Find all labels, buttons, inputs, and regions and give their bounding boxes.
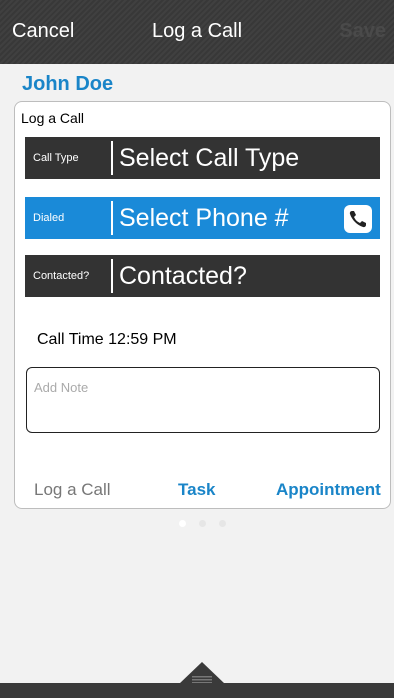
phone-icon[interactable] [344, 205, 372, 233]
tab-appointment[interactable]: Appointment [276, 480, 381, 500]
bottom-bar [0, 683, 394, 698]
call-type-label: Call Type [33, 152, 79, 164]
dialed-label: Dialed [33, 212, 65, 224]
dialed-value: Select Phone # [119, 204, 289, 232]
field-divider [111, 259, 113, 293]
contact-name[interactable]: John Doe [22, 73, 113, 96]
page-indicator[interactable] [177, 520, 227, 528]
contacted-field[interactable]: Contacted? Contacted? [25, 255, 380, 297]
field-divider [111, 141, 113, 175]
nav-bar: Cancel Log a Call Save [0, 0, 394, 64]
field-divider [111, 201, 113, 235]
call-time-value: 12:59 PM [108, 331, 177, 348]
call-type-value: Select Call Type [119, 144, 300, 172]
call-time[interactable]: Call Time 12:59 PM [37, 331, 177, 349]
contacted-label: Contacted? [33, 270, 90, 282]
call-time-label: Call Time [37, 331, 104, 348]
tab-log-a-call[interactable]: Log a Call [34, 480, 111, 500]
note-input[interactable]: Add Note [26, 367, 380, 433]
save-button[interactable]: Save [339, 20, 386, 43]
tab-task[interactable]: Task [178, 480, 216, 500]
page-dot [199, 520, 206, 527]
note-placeholder: Add Note [34, 380, 89, 395]
cancel-button[interactable]: Cancel [12, 20, 74, 43]
dialed-field[interactable]: Dialed Select Phone # [25, 197, 380, 239]
log-call-card: Log a Call Call Type Select Call Type Di… [14, 101, 391, 509]
page-dot [179, 520, 186, 527]
page-dot [219, 520, 226, 527]
card-title: Log a Call [21, 110, 85, 126]
drawer-handle[interactable] [177, 662, 227, 684]
activity-tabs: Log a Call Task Appointment [15, 480, 392, 502]
contacted-value: Contacted? [119, 262, 247, 290]
call-type-field[interactable]: Call Type Select Call Type [25, 137, 380, 179]
